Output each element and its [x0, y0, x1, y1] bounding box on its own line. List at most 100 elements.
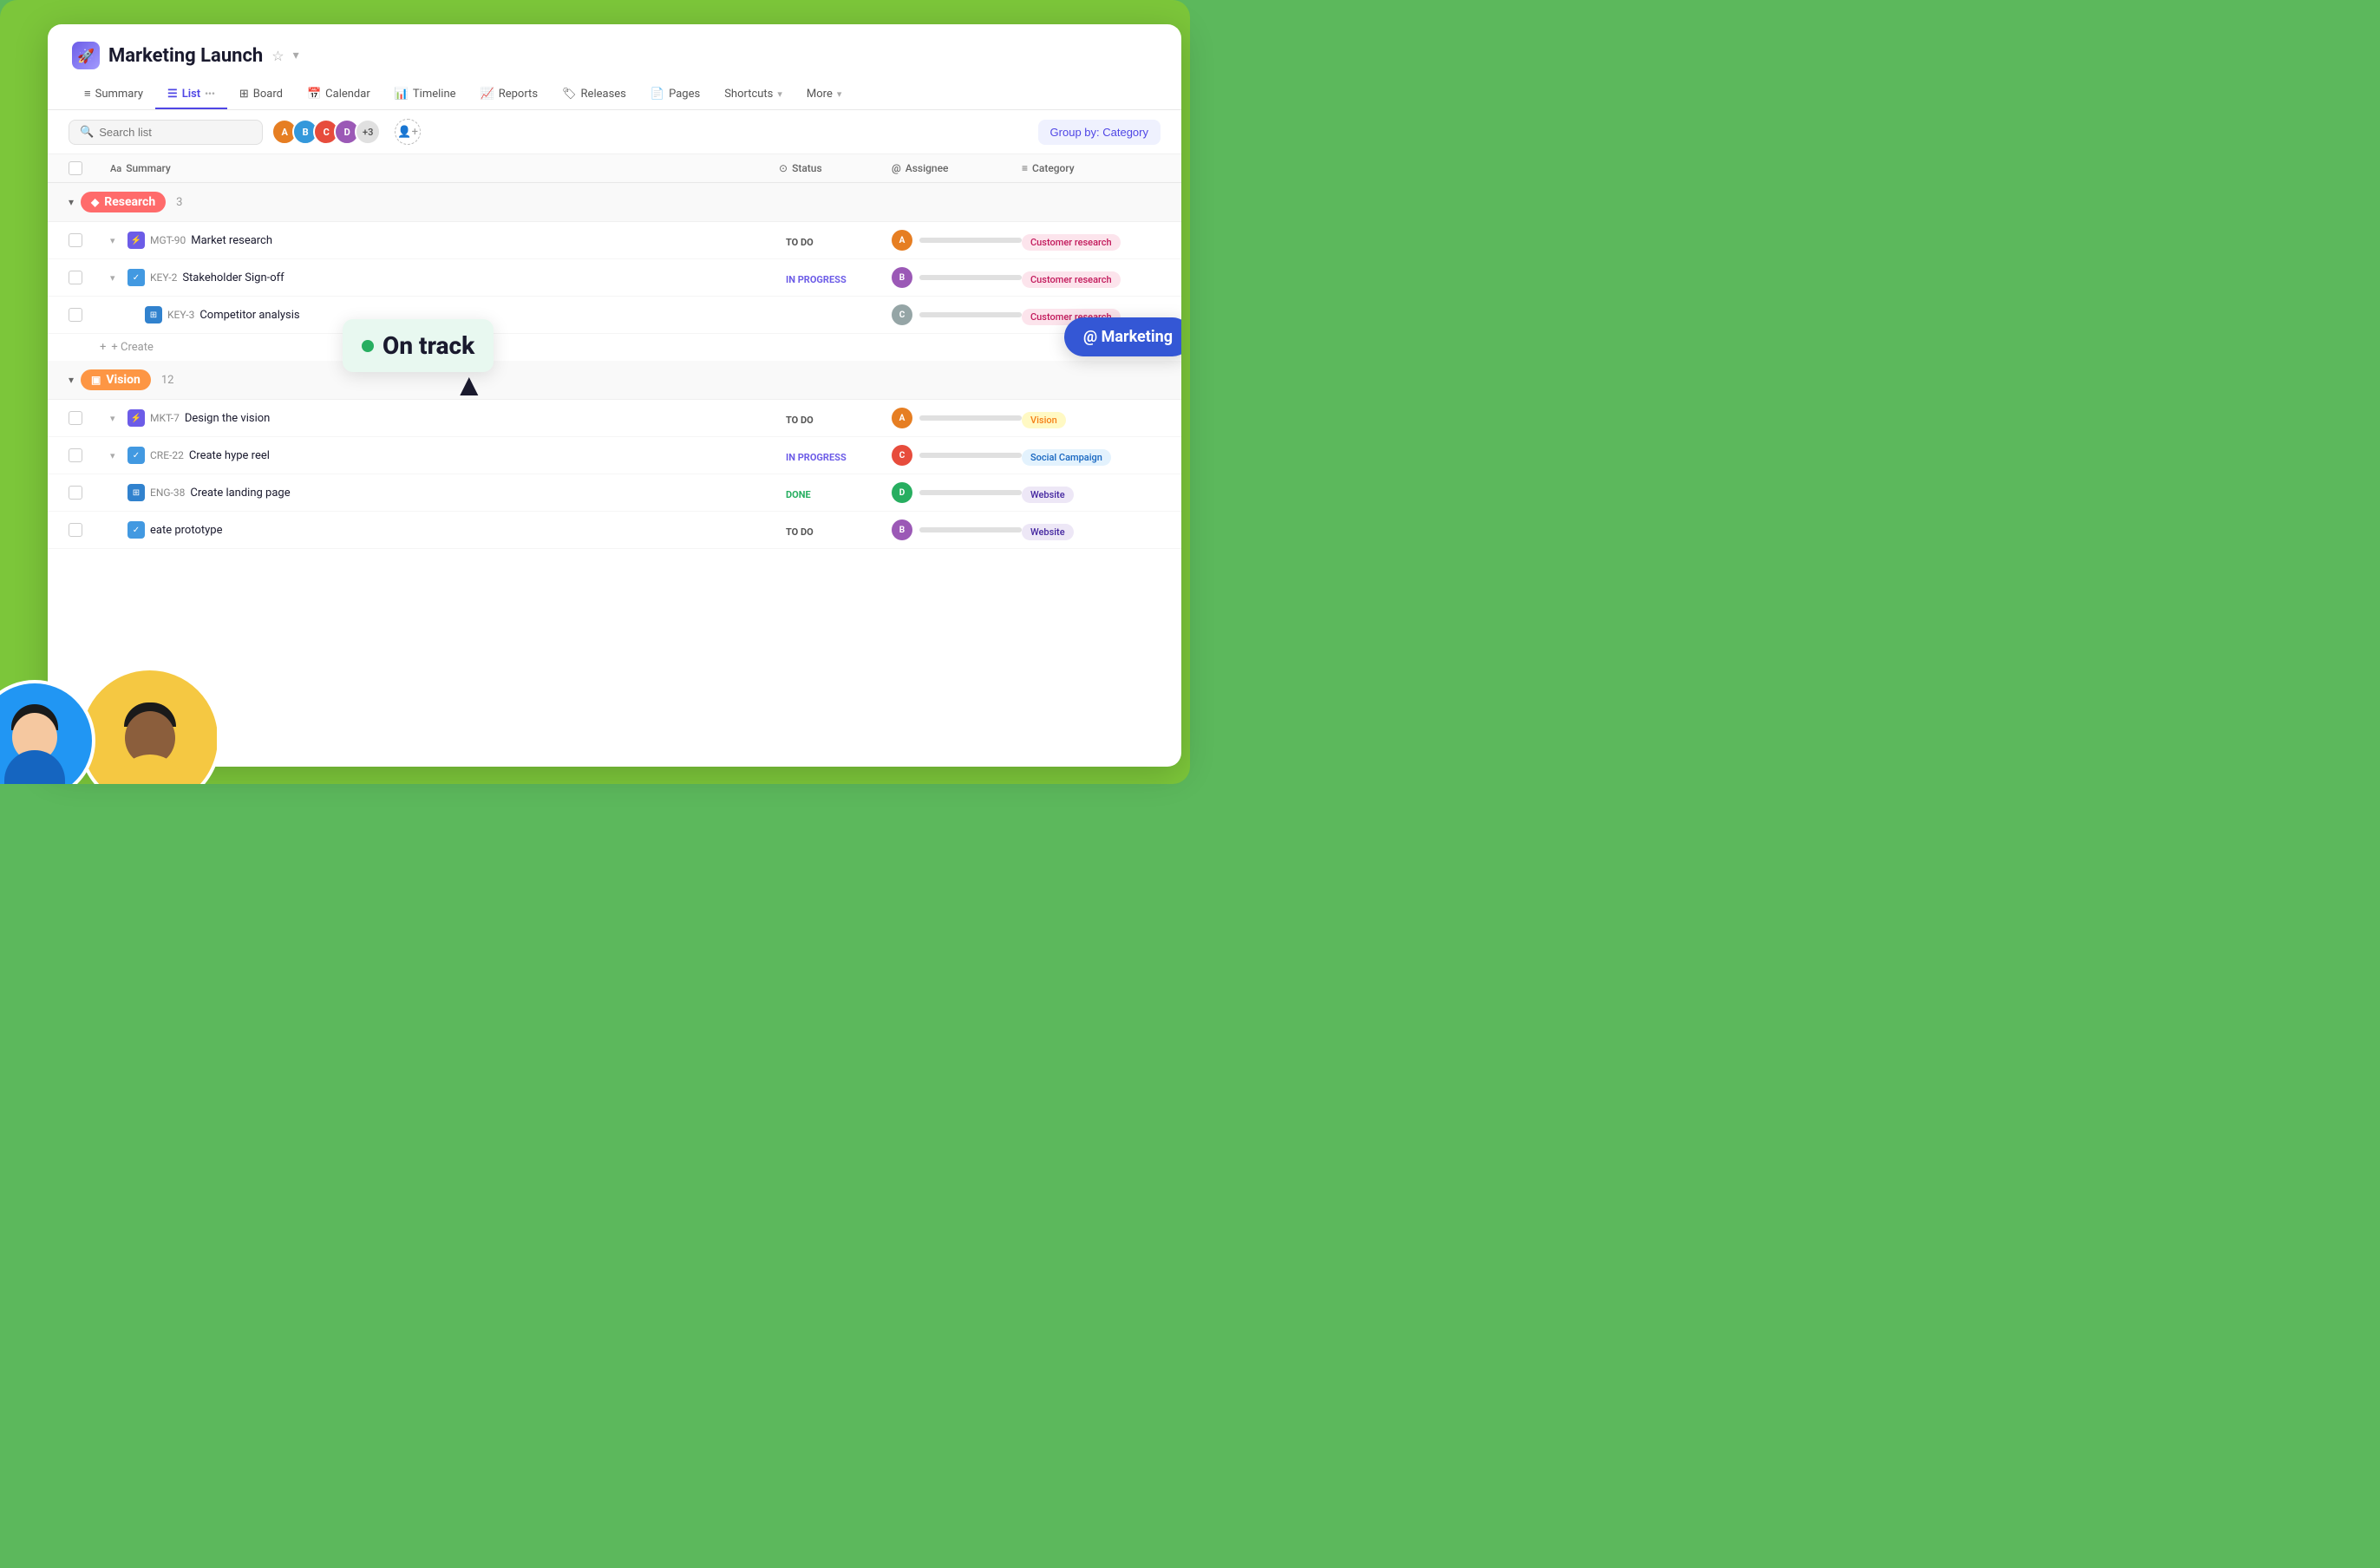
- task-row: ▾ ⊞ KEY-3 Competitor analysis C Customer…: [48, 297, 1181, 334]
- category-badge-1: Customer research: [1022, 234, 1121, 251]
- task-title-3[interactable]: Competitor analysis: [199, 309, 779, 322]
- releases-icon: 🏷: [562, 88, 577, 101]
- tab-reports[interactable]: 📈 Reports: [468, 81, 551, 109]
- bottom-avatar-woman: [0, 680, 95, 784]
- row-check-3[interactable]: [69, 308, 93, 322]
- title-dropdown-icon[interactable]: ▾: [293, 49, 299, 62]
- assignee-bar-6: [919, 490, 1022, 495]
- row-expand-2[interactable]: ▾: [110, 272, 128, 284]
- task-icon-1: ⚡: [128, 232, 145, 249]
- task-icon-4: ⚡: [128, 409, 145, 427]
- bottom-avatar-man: [78, 667, 217, 784]
- search-input[interactable]: [99, 126, 252, 139]
- row-status-4: TO DO: [779, 410, 892, 427]
- task-title-2[interactable]: Stakeholder Sign-off: [182, 271, 779, 284]
- row-assignee-6: D: [892, 482, 1022, 503]
- project-title: Marketing Launch: [108, 45, 263, 67]
- task-title-6[interactable]: Create landing page: [190, 487, 779, 500]
- assignee-bar-5: [919, 453, 1022, 458]
- task-checkbox-1[interactable]: [69, 233, 82, 247]
- vision-chevron[interactable]: ▾: [69, 374, 74, 386]
- row-category-5: Social Campaign: [1022, 448, 1161, 464]
- task-checkbox-7[interactable]: [69, 523, 82, 537]
- task-id-1: MGT-90: [150, 234, 186, 246]
- assignee-avatar-3: C: [892, 304, 912, 325]
- star-icon[interactable]: ☆: [271, 48, 284, 64]
- row-check-5[interactable]: [69, 448, 93, 462]
- row-assignee-5: C: [892, 445, 1022, 466]
- tab-summary[interactable]: ≡ Summary: [72, 80, 155, 109]
- row-status-6: DONE: [779, 485, 892, 501]
- th-assignee: @ Assignee: [892, 162, 1022, 174]
- row-category-7: Website: [1022, 522, 1161, 539]
- group-by-button[interactable]: Group by: Category: [1038, 120, 1161, 145]
- th-checkbox[interactable]: [69, 161, 93, 175]
- research-icon: ◆: [91, 196, 99, 208]
- category-badge-2: Customer research: [1022, 271, 1121, 288]
- assignee-bar-1: [919, 238, 1022, 243]
- section-research: ▾ ◆ Research 3: [48, 183, 1181, 222]
- tab-board[interactable]: ⊞ Board: [227, 81, 295, 109]
- vision-icon: ▣: [91, 374, 101, 386]
- task-checkbox-3[interactable]: [69, 308, 82, 322]
- tab-calendar[interactable]: 📅 Calendar: [295, 81, 382, 109]
- row-expand-5[interactable]: ▾: [110, 450, 128, 461]
- row-expand-4[interactable]: ▾: [110, 413, 128, 424]
- status-badge-2: IN PROGRESS: [779, 271, 853, 288]
- row-check-2[interactable]: [69, 271, 93, 284]
- row-category-6: Website: [1022, 485, 1161, 501]
- assignee-avatar-4: A: [892, 408, 912, 428]
- search-box[interactable]: 🔍: [69, 120, 263, 145]
- task-checkbox-5[interactable]: [69, 448, 82, 462]
- row-check-1[interactable]: [69, 233, 93, 247]
- tab-timeline[interactable]: 📊 Timeline: [382, 81, 468, 109]
- bottom-avatars: [0, 628, 217, 784]
- on-track-text: On track: [382, 331, 474, 360]
- task-checkbox-6[interactable]: [69, 486, 82, 500]
- table-header: Aa Summary ⊙ Status @ Assignee ≡ Categor…: [48, 154, 1181, 183]
- research-chevron[interactable]: ▾: [69, 196, 74, 208]
- select-all-checkbox[interactable]: [69, 161, 82, 175]
- avatars-row: A B C D +3: [271, 119, 381, 145]
- assignee-bar-7: [919, 527, 1022, 532]
- row-task-content-7: ✓ eate prototype: [128, 521, 779, 539]
- assignee-avatar-7: B: [892, 519, 912, 540]
- main-card: 🚀 Marketing Launch ☆ ▾ ≡ Summary ☰ List …: [48, 24, 1181, 767]
- row-assignee-1: A: [892, 230, 1022, 251]
- task-title-1[interactable]: Market research: [191, 234, 779, 247]
- tab-releases[interactable]: 🏷 Releases: [550, 81, 638, 109]
- task-checkbox-2[interactable]: [69, 271, 82, 284]
- row-check-6[interactable]: [69, 486, 93, 500]
- row-task-content-6: ⊞ ENG-38 Create landing page: [128, 484, 779, 501]
- nav-tabs: ≡ Summary ☰ List ••• ⊞ Board 📅 Calendar …: [72, 80, 1157, 109]
- task-row: ▾ ✓ eate prototype TO DO B Website: [48, 512, 1181, 549]
- task-id-6: ENG-38: [150, 487, 185, 499]
- task-id-4: MKT-7: [150, 412, 180, 424]
- task-title-4[interactable]: Design the vision: [185, 412, 779, 425]
- tab-list[interactable]: ☰ List •••: [155, 81, 227, 109]
- status-header-icon: ⊙: [779, 162, 788, 174]
- tab-more[interactable]: More ▾: [794, 81, 853, 109]
- pages-icon: 📄: [651, 88, 664, 101]
- tab-shortcuts[interactable]: Shortcuts ▾: [712, 81, 794, 109]
- tab-pages[interactable]: 📄 Pages: [638, 81, 712, 109]
- assignee-bar-2: [919, 275, 1022, 280]
- on-track-tooltip: On track: [343, 319, 494, 372]
- row-task-content-2: ✓ KEY-2 Stakeholder Sign-off: [128, 269, 779, 286]
- row-check-4[interactable]: [69, 411, 93, 425]
- task-title-5[interactable]: Create hype reel: [189, 449, 779, 462]
- sort-icon: Aa: [110, 163, 121, 174]
- assignee-avatar-6: D: [892, 482, 912, 503]
- row-expand-1[interactable]: ▾: [110, 235, 128, 246]
- task-title-7[interactable]: eate prototype: [150, 524, 779, 537]
- create-label[interactable]: + Create: [111, 341, 153, 354]
- status-badge-1: TO DO: [779, 234, 821, 251]
- toolbar: 🔍 A B C D +3 👤+ Group by: Category: [48, 110, 1181, 154]
- create-row[interactable]: + + Create: [48, 334, 1181, 361]
- task-checkbox-4[interactable]: [69, 411, 82, 425]
- row-status-2: IN PROGRESS: [779, 270, 892, 286]
- table-body: ▾ ◆ Research 3 ▾ ⚡ MGT-90 Market researc…: [48, 183, 1181, 767]
- task-id-3: KEY-3: [167, 309, 194, 321]
- add-member-button[interactable]: 👤+: [395, 119, 421, 145]
- row-check-7[interactable]: [69, 523, 93, 537]
